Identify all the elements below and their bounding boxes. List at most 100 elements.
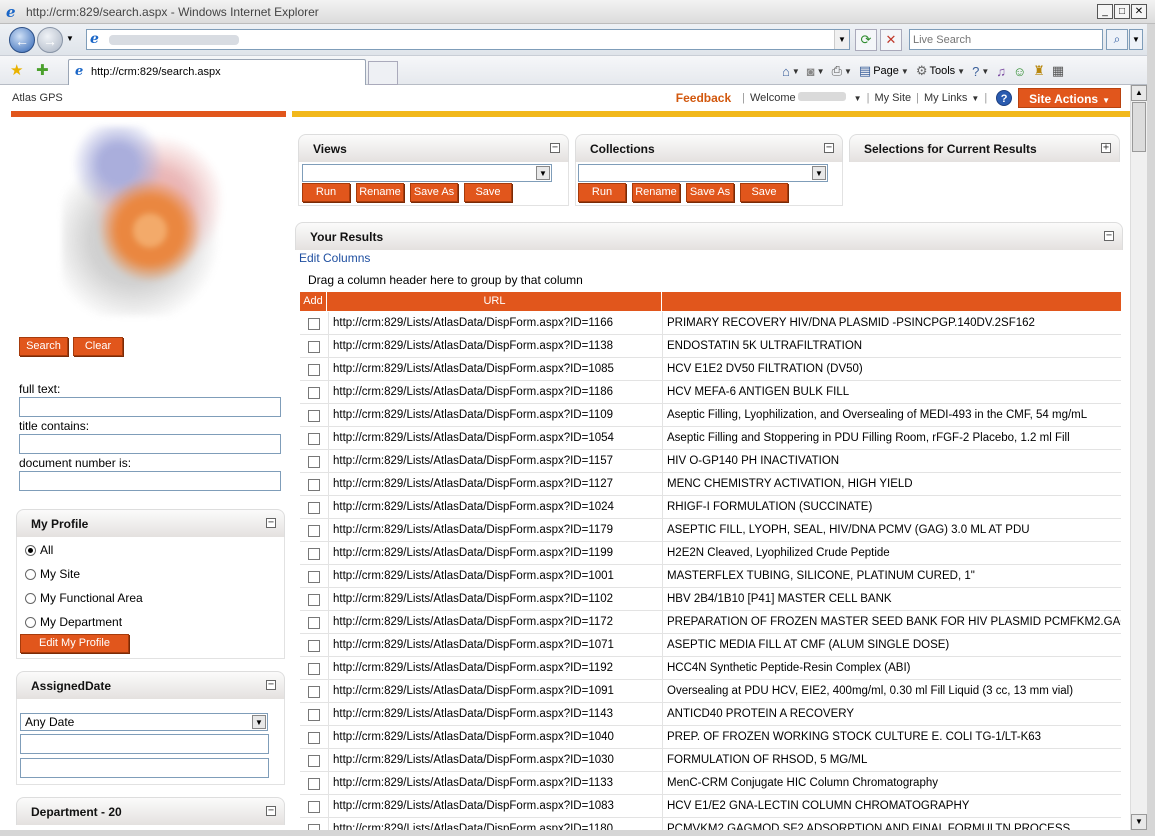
addon-button[interactable]: ♜ [1031, 63, 1047, 79]
close-window-button[interactable]: ✕ [1131, 4, 1147, 19]
full-text-input[interactable] [19, 397, 281, 417]
row-add-checkbox[interactable] [308, 755, 320, 767]
refresh-icon[interactable]: ⟳ [855, 29, 877, 51]
table-row[interactable]: http://crm:829/Lists/AtlasData/DispForm.… [300, 519, 1121, 542]
row-url[interactable]: http://crm:829/Lists/AtlasData/DispForm.… [328, 519, 663, 542]
row-url[interactable]: http://crm:829/Lists/AtlasData/DispForm.… [328, 450, 663, 473]
table-row[interactable]: http://crm:829/Lists/AtlasData/DispForm.… [300, 703, 1121, 726]
row-add-checkbox[interactable] [308, 686, 320, 698]
live-search-input[interactable] [909, 29, 1103, 50]
expand-icon[interactable]: + [1101, 143, 1111, 153]
row-add-checkbox[interactable] [308, 709, 320, 721]
row-url[interactable]: http://crm:829/Lists/AtlasData/DispForm.… [328, 473, 663, 496]
back-button[interactable]: ← [9, 27, 35, 53]
row-url[interactable]: http://crm:829/Lists/AtlasData/DispForm.… [328, 404, 663, 427]
profile-option-all[interactable]: All [25, 543, 53, 557]
row-add-checkbox[interactable] [308, 433, 320, 445]
row-add-checkbox[interactable] [308, 801, 320, 813]
views-save-as-button[interactable]: Save As [410, 183, 458, 202]
collapse-icon[interactable]: − [266, 806, 276, 816]
table-row[interactable]: http://crm:829/Lists/AtlasData/DispForm.… [300, 565, 1121, 588]
collections-rename-button[interactable]: Rename [632, 183, 680, 202]
table-row[interactable]: http://crm:829/Lists/AtlasData/DispForm.… [300, 312, 1121, 335]
profile-option-department[interactable]: My Department [25, 615, 122, 629]
clear-button[interactable]: Clear [73, 337, 123, 356]
row-add-checkbox[interactable] [308, 663, 320, 675]
collapse-icon[interactable]: − [824, 143, 834, 153]
radio-icon[interactable] [25, 592, 36, 604]
table-row[interactable]: http://crm:829/Lists/AtlasData/DispForm.… [300, 726, 1121, 749]
table-row[interactable]: http://crm:829/Lists/AtlasData/DispForm.… [300, 335, 1121, 358]
row-url[interactable]: http://crm:829/Lists/AtlasData/DispForm.… [328, 542, 663, 565]
favorites-star-icon[interactable]: ★ [10, 61, 23, 79]
select-dropdown-icon[interactable]: ▼ [536, 166, 550, 180]
table-row[interactable]: http://crm:829/Lists/AtlasData/DispForm.… [300, 795, 1121, 818]
edit-columns-link[interactable]: Edit Columns [299, 251, 370, 265]
table-row[interactable]: http://crm:829/Lists/AtlasData/DispForm.… [300, 542, 1121, 565]
row-add-checkbox[interactable] [308, 318, 320, 330]
scroll-down-icon[interactable]: ▼ [1131, 814, 1147, 830]
minimize-button[interactable]: _ [1097, 4, 1113, 19]
row-add-checkbox[interactable] [308, 525, 320, 537]
table-row[interactable]: http://crm:829/Lists/AtlasData/DispForm.… [300, 657, 1121, 680]
row-url[interactable]: http://crm:829/Lists/AtlasData/DispForm.… [328, 795, 663, 818]
my-site-link[interactable]: My Site [874, 92, 911, 104]
search-go-icon[interactable]: ⌕ [1106, 29, 1128, 50]
title-contains-input[interactable] [19, 434, 281, 454]
row-url[interactable]: http://crm:829/Lists/AtlasData/DispForm.… [328, 634, 663, 657]
site-actions-menu[interactable]: Site Actions ▼ [1018, 88, 1121, 108]
row-add-checkbox[interactable] [308, 364, 320, 376]
collections-select[interactable]: ▼ [578, 164, 828, 182]
add-favorite-icon[interactable]: ✚ [36, 61, 49, 79]
row-add-checkbox[interactable] [308, 617, 320, 629]
table-row[interactable]: http://crm:829/Lists/AtlasData/DispForm.… [300, 611, 1121, 634]
row-url[interactable]: http://crm:829/Lists/AtlasData/DispForm.… [328, 611, 663, 634]
row-url[interactable]: http://crm:829/Lists/AtlasData/DispForm.… [328, 680, 663, 703]
row-add-checkbox[interactable] [308, 502, 320, 514]
feedback-link[interactable]: Feedback [676, 91, 731, 105]
row-add-checkbox[interactable] [308, 341, 320, 353]
stop-icon[interactable]: ✕ [880, 29, 902, 51]
table-row[interactable]: http://crm:829/Lists/AtlasData/DispForm.… [300, 680, 1121, 703]
row-url[interactable]: http://crm:829/Lists/AtlasData/DispForm.… [328, 496, 663, 519]
scroll-up-icon[interactable]: ▲ [1131, 85, 1147, 101]
url-input[interactable]: e ▼ [86, 29, 850, 50]
row-add-checkbox[interactable] [308, 571, 320, 583]
row-url[interactable]: http://crm:829/Lists/AtlasData/DispForm.… [328, 772, 663, 795]
row-url[interactable]: http://crm:829/Lists/AtlasData/DispForm.… [328, 703, 663, 726]
messenger-button[interactable]: ☺ [1011, 64, 1028, 79]
page-scrollbar[interactable]: ▲ ▼ [1130, 85, 1147, 830]
table-row[interactable]: http://crm:829/Lists/AtlasData/DispForm.… [300, 772, 1121, 795]
scroll-thumb[interactable] [1132, 102, 1146, 152]
column-header-add[interactable]: Add [300, 292, 327, 311]
date-from-input[interactable] [20, 734, 269, 754]
table-row[interactable]: http://crm:829/Lists/AtlasData/DispForm.… [300, 496, 1121, 519]
search-button[interactable]: Search [19, 337, 68, 356]
collapse-icon[interactable]: − [266, 680, 276, 690]
radio-icon[interactable] [25, 568, 36, 580]
my-links-menu[interactable]: My Links ▼ [924, 92, 979, 104]
column-header-url[interactable]: URL [328, 292, 662, 311]
help-menu[interactable]: ? ▼ [970, 64, 991, 79]
welcome-menu[interactable]: Welcome ▼ [750, 92, 862, 104]
row-url[interactable]: http://crm:829/Lists/AtlasData/DispForm.… [328, 335, 663, 358]
date-to-input[interactable] [20, 758, 269, 778]
url-dropdown-icon[interactable]: ▼ [834, 30, 849, 49]
views-rename-button[interactable]: Rename [356, 183, 404, 202]
row-add-checkbox[interactable] [308, 456, 320, 468]
row-add-checkbox[interactable] [308, 640, 320, 652]
row-add-checkbox[interactable] [308, 479, 320, 491]
page-menu[interactable]: ▤ Page ▼ [857, 63, 911, 79]
row-url[interactable]: http://crm:829/Lists/AtlasData/DispForm.… [328, 657, 663, 680]
views-select[interactable]: ▼ [302, 164, 552, 182]
profile-option-functional-area[interactable]: My Functional Area [25, 591, 143, 605]
radio-icon[interactable] [25, 616, 36, 628]
row-url[interactable]: http://crm:829/Lists/AtlasData/DispForm.… [328, 358, 663, 381]
date-range-select[interactable]: Any Date ▼ [20, 713, 268, 731]
row-url[interactable]: http://crm:829/Lists/AtlasData/DispForm.… [328, 312, 663, 335]
profile-option-my-site[interactable]: My Site [25, 567, 80, 581]
collections-save-as-button[interactable]: Save As [686, 183, 734, 202]
row-add-checkbox[interactable] [308, 410, 320, 422]
table-row[interactable]: http://crm:829/Lists/AtlasData/DispForm.… [300, 634, 1121, 657]
views-run-button[interactable]: Run [302, 183, 350, 202]
